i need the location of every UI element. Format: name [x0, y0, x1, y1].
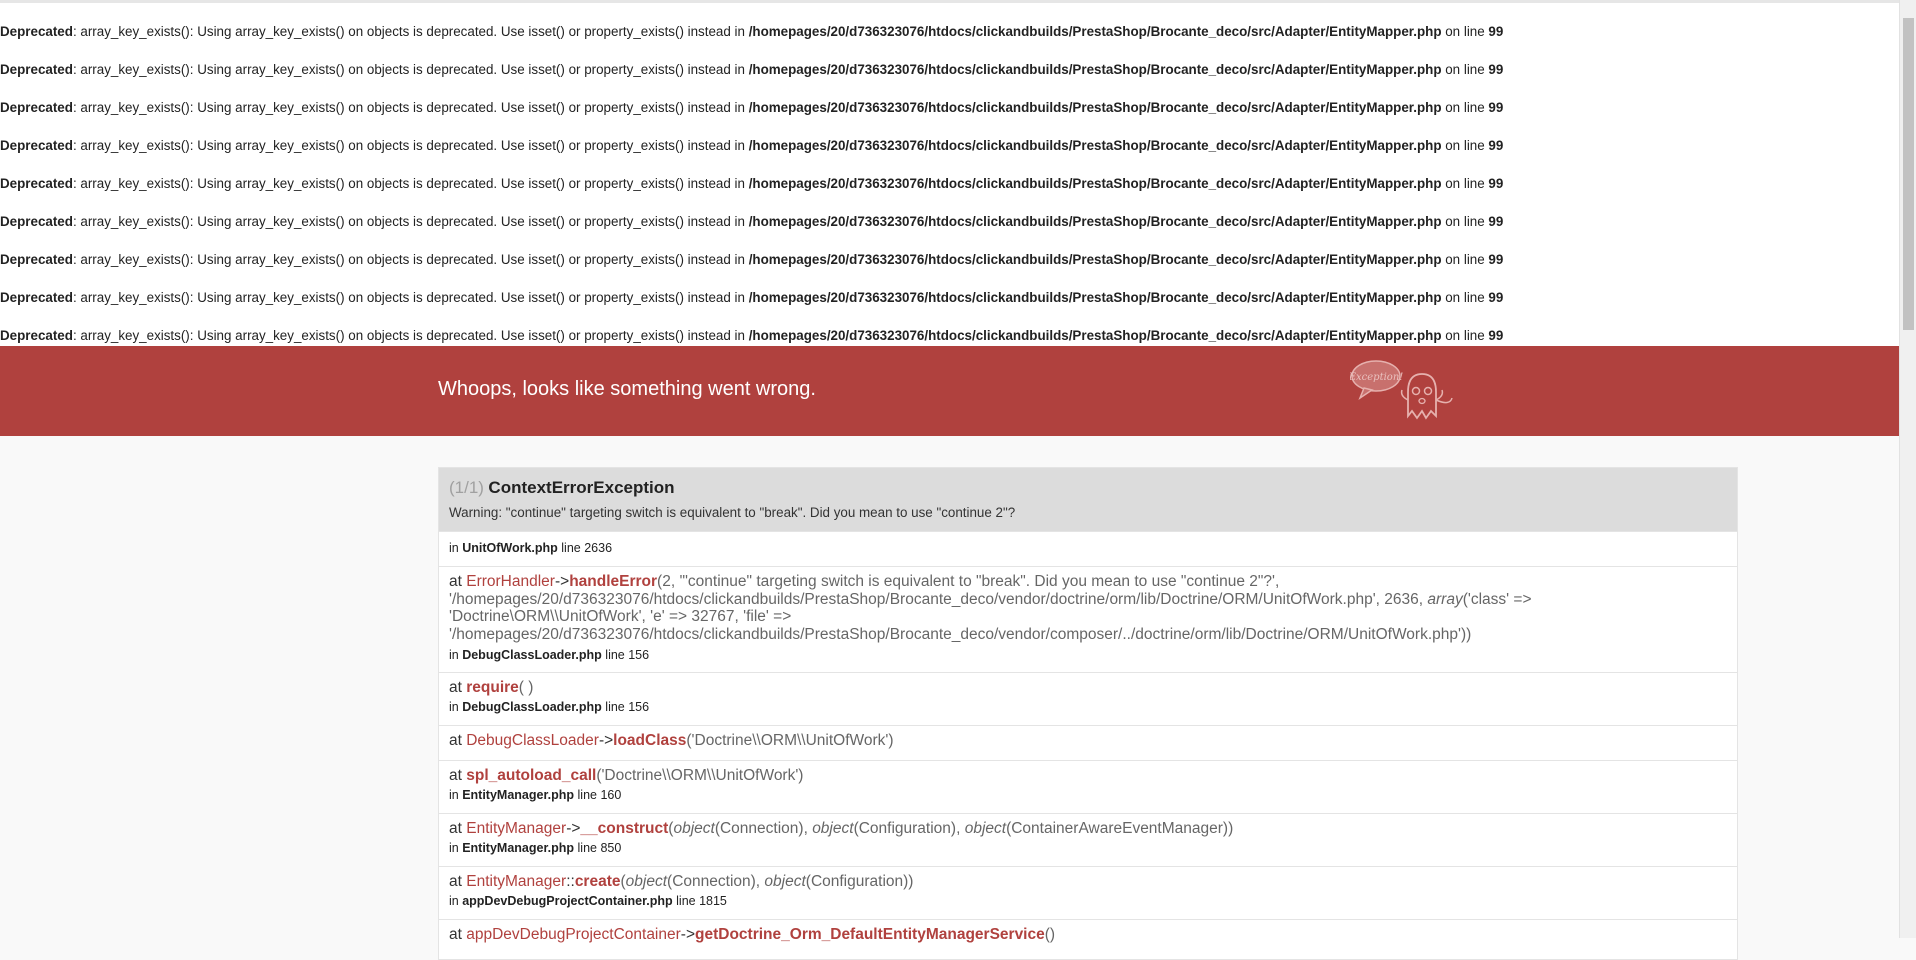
- trace-class: EntityManager: [466, 820, 567, 837]
- trace-function: spl_autoload_call: [466, 767, 597, 784]
- trace-location: in EntityManager.php line 850: [449, 841, 622, 855]
- trace-function: create: [574, 873, 621, 890]
- trace-call: at require( ): [449, 679, 534, 696]
- exception-panel: (1/1) ContextErrorException Warning: "co…: [438, 467, 1738, 960]
- trace-call: at DebugClassLoader->loadClass('Doctrine…: [449, 732, 894, 749]
- deprecation-notice: Deprecated: array_key_exists(): Using ar…: [0, 24, 1504, 39]
- error-banner: Whoops, looks like something went wrong.…: [0, 346, 1900, 436]
- scrollbar-thumb[interactable]: [1903, 18, 1914, 330]
- trace-class: EntityManager: [466, 873, 567, 890]
- top-divider: [0, 0, 1900, 3]
- trace-call: at ErrorHandler->handleError(2, '"contin…: [449, 573, 1532, 643]
- deprecation-notice: Deprecated: array_key_exists(): Using ar…: [0, 100, 1504, 115]
- trace-class: DebugClassLoader: [466, 732, 599, 749]
- trace-call: at spl_autoload_call('Doctrine\\ORM\\Uni…: [449, 767, 804, 784]
- trace-function: loadClass: [613, 732, 687, 749]
- ghost-bubble-text: Exception!: [1350, 372, 1403, 383]
- exception-header: (1/1) ContextErrorException Warning: "co…: [439, 468, 1737, 531]
- trace-class: ErrorHandler: [466, 573, 555, 590]
- trace-row: at DebugClassLoader->loadClass('Doctrine…: [439, 725, 1737, 760]
- trace-function: require: [466, 679, 519, 696]
- trace-row: at EntityManager->__construct(object(Con…: [439, 813, 1737, 866]
- trace-call: at EntityManager->__construct(object(Con…: [449, 820, 1234, 837]
- exception-ghost-icon: Exception!: [1350, 360, 1453, 420]
- exception-message: Warning: "continue" targeting switch is …: [449, 505, 1016, 520]
- trace-row: at require( ) in DebugClassLoader.php li…: [439, 672, 1737, 725]
- trace-location: in DebugClassLoader.php line 156: [449, 700, 650, 714]
- trace-call: at EntityManager::create(object(Connecti…: [449, 873, 914, 890]
- trace-location: in appDevDebugProjectContainer.php line …: [449, 894, 727, 908]
- vertical-scrollbar[interactable]: [1899, 0, 1916, 938]
- deprecation-notices: Deprecated: array_key_exists(): Using ar…: [0, 0, 1900, 346]
- trace-location: in DebugClassLoader.php line 156: [449, 648, 650, 662]
- trace-function: handleError: [569, 573, 658, 590]
- banner-title: Whoops, looks like something went wrong.: [438, 378, 816, 400]
- deprecation-notice: Deprecated: array_key_exists(): Using ar…: [0, 138, 1504, 153]
- deprecation-notice: Deprecated: array_key_exists(): Using ar…: [0, 290, 1504, 305]
- exception-count: (1/1): [449, 478, 484, 497]
- trace-function: getDoctrine_Orm_DefaultEntityManagerServ…: [695, 926, 1045, 943]
- trace-location: in UnitOfWork.php line 2636: [449, 541, 613, 555]
- trace-call: at appDevDebugProjectContainer->getDoctr…: [449, 926, 1056, 943]
- trace-row: in UnitOfWork.php line 2636: [439, 531, 1737, 566]
- trace-class: appDevDebugProjectContainer: [466, 926, 681, 943]
- exception-name: ContextErrorException: [488, 478, 675, 497]
- deprecation-notice: Deprecated: array_key_exists(): Using ar…: [0, 328, 1504, 343]
- deprecation-notice: Deprecated: array_key_exists(): Using ar…: [0, 214, 1504, 229]
- trace-location: in EntityManager.php line 160: [449, 788, 622, 802]
- deprecation-notice: Deprecated: array_key_exists(): Using ar…: [0, 252, 1504, 267]
- deprecation-notice: Deprecated: array_key_exists(): Using ar…: [0, 62, 1504, 77]
- trace-row: at ErrorHandler->handleError(2, '"contin…: [439, 566, 1737, 672]
- trace-function: __construct: [580, 820, 669, 837]
- trace-row: at appDevDebugProjectContainer->getDoctr…: [439, 919, 1737, 959]
- trace-row: at spl_autoload_call('Doctrine\\ORM\\Uni…: [439, 760, 1737, 813]
- deprecation-notice: Deprecated: array_key_exists(): Using ar…: [0, 176, 1504, 191]
- trace-row: at EntityManager::create(object(Connecti…: [439, 866, 1737, 919]
